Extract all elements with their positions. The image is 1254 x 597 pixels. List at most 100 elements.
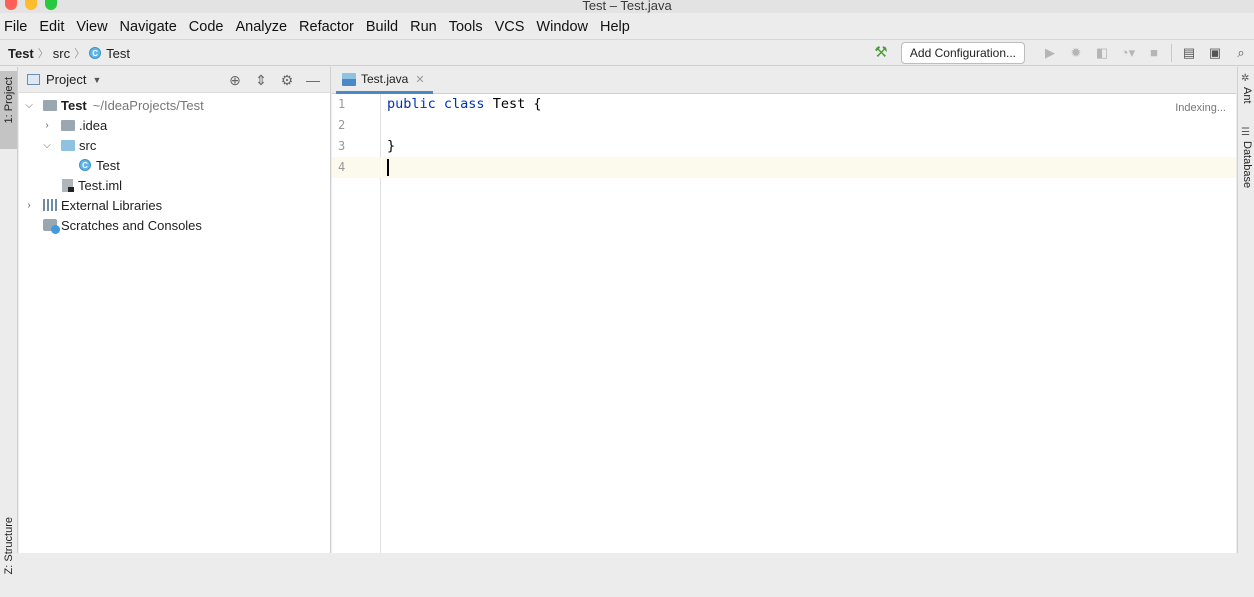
keyword-public: public bbox=[387, 96, 436, 112]
project-tool-tab-label: 1: Project bbox=[3, 77, 15, 124]
menu-edit[interactable]: Edit bbox=[39, 19, 70, 35]
window-title: Test – Test.java bbox=[582, 0, 672, 13]
project-tool-tab[interactable]: 1: Project bbox=[0, 71, 17, 149]
tree-item-scratches[interactable]: Scratches and Consoles bbox=[19, 215, 331, 235]
line-number: 4 bbox=[338, 160, 346, 174]
project-panel: Project ▼ ⊕ ⇕ ⚙ — ⌵ Test ~/IdeaProjects/… bbox=[19, 67, 331, 553]
module-folder-icon bbox=[43, 99, 57, 111]
locate-icon[interactable]: ⊕ bbox=[222, 70, 248, 90]
line-number: 2 bbox=[338, 118, 346, 132]
menu-file[interactable]: File bbox=[4, 19, 33, 35]
tree-test-class-content: C Test bbox=[79, 158, 120, 173]
breadcrumb: Test 〉 src 〉 C Test bbox=[8, 45, 130, 61]
tree-item-idea[interactable]: › .idea bbox=[19, 115, 331, 135]
menu-build[interactable]: Build bbox=[366, 19, 404, 35]
tree-root-name: Test bbox=[61, 97, 87, 113]
toolbar-divider bbox=[1171, 44, 1172, 62]
menu-code[interactable]: Code bbox=[189, 19, 230, 35]
tree-src-label: src bbox=[79, 137, 97, 153]
project-structure-icon[interactable]: ▤ bbox=[1176, 42, 1202, 64]
libraries-icon bbox=[43, 199, 57, 211]
gear-icon[interactable]: ⚙ bbox=[274, 70, 300, 90]
left-tool-strip: 1: Project Z: Structure bbox=[0, 67, 18, 574]
structure-tool-tab[interactable]: Z: Structure bbox=[0, 517, 17, 597]
folder-icon bbox=[61, 119, 75, 131]
indexing-status: Indexing... bbox=[1175, 102, 1226, 114]
tree-libs-content: External Libraries bbox=[43, 198, 162, 213]
code-line-1-rest: Test { bbox=[484, 96, 542, 112]
menu-tools[interactable]: Tools bbox=[449, 19, 489, 35]
close-icon[interactable]: ✕ bbox=[415, 73, 424, 86]
tab-label: Test.java bbox=[361, 72, 409, 86]
run-icon[interactable]: ▶ bbox=[1037, 42, 1063, 64]
menu-navigate[interactable]: Navigate bbox=[120, 19, 183, 35]
code-line-3: } bbox=[387, 138, 396, 154]
breadcrumb-file[interactable]: Test bbox=[106, 46, 130, 61]
keyword-class: class bbox=[443, 96, 485, 112]
ant-tool-tab[interactable]: ✲ Ant bbox=[1238, 71, 1254, 111]
search-icon[interactable]: ⌕ bbox=[1228, 42, 1254, 64]
coverage-icon[interactable]: ◧ bbox=[1089, 42, 1115, 64]
project-tree: ⌵ Test ~/IdeaProjects/Test › .idea ⌵ src… bbox=[19, 95, 331, 235]
chevron-right-icon[interactable]: › bbox=[23, 200, 35, 211]
menu-run[interactable]: Run bbox=[410, 19, 443, 35]
line-number: 3 bbox=[338, 139, 346, 153]
minimize-icon[interactable]: — bbox=[300, 70, 326, 90]
line-number-gutter: 1 2 3 4 bbox=[332, 94, 381, 553]
project-view-icon bbox=[27, 74, 40, 85]
chevron-down-icon[interactable]: ⌵ bbox=[41, 140, 53, 151]
tree-idea-content: .idea bbox=[61, 118, 107, 133]
add-configuration-button[interactable]: Add Configuration... bbox=[900, 42, 1025, 64]
tree-item-root[interactable]: ⌵ Test ~/IdeaProjects/Test bbox=[19, 95, 331, 115]
menu-window[interactable]: Window bbox=[536, 19, 594, 35]
project-panel-header: Project ▼ ⊕ ⇕ ⚙ — bbox=[19, 67, 330, 93]
text-cursor bbox=[387, 159, 389, 176]
tree-item-iml[interactable]: Test.iml bbox=[19, 175, 331, 195]
profile-icon[interactable]: ◔▾ bbox=[1115, 42, 1141, 64]
code-editor[interactable]: public class Test { } Indexing... bbox=[382, 94, 1236, 553]
tree-libs-label: External Libraries bbox=[61, 197, 163, 213]
terminal-icon[interactable]: ▣ bbox=[1202, 42, 1228, 64]
code-line-1: public class Test { bbox=[387, 96, 541, 112]
breadcrumb-project[interactable]: Test bbox=[8, 46, 34, 61]
breadcrumb-folder[interactable]: src bbox=[53, 46, 70, 61]
line-number: 1 bbox=[338, 97, 346, 111]
project-panel-title: Project bbox=[46, 72, 87, 87]
class-icon: C bbox=[79, 159, 91, 171]
ant-icon: ✲ bbox=[1241, 73, 1250, 84]
hammer-icon[interactable]: ⚒ bbox=[871, 43, 891, 63]
debug-icon[interactable]: ✹ bbox=[1063, 42, 1089, 64]
title-bar: Test – Test.java bbox=[0, 0, 1254, 13]
menu-analyze[interactable]: Analyze bbox=[235, 19, 293, 35]
tree-item-test-class[interactable]: C Test bbox=[19, 155, 331, 175]
navigation-bar: Test 〉 src 〉 C Test ⚒ Add Configuration.… bbox=[0, 39, 1254, 66]
menu-refactor[interactable]: Refactor bbox=[299, 19, 360, 35]
menu-vcs[interactable]: VCS bbox=[495, 19, 531, 35]
menu-view[interactable]: View bbox=[76, 19, 113, 35]
chevron-down-icon[interactable]: ⌵ bbox=[23, 100, 35, 111]
tree-item-src[interactable]: ⌵ src bbox=[19, 135, 331, 155]
tree-iml-content: Test.iml bbox=[62, 178, 122, 193]
stop-icon[interactable]: ■ bbox=[1141, 42, 1167, 64]
editor: Test.java ✕ 1 2 3 4 public class Test { … bbox=[332, 67, 1236, 553]
structure-tool-tab-label: Z: Structure bbox=[3, 517, 15, 575]
menu-bar: File Edit View Navigate Code Analyze Ref… bbox=[0, 15, 1254, 39]
tree-root-path: ~/IdeaProjects/Test bbox=[92, 97, 204, 113]
java-file-icon bbox=[342, 72, 356, 86]
chevron-down-icon: ▼ bbox=[92, 74, 102, 85]
tree-idea-label: .idea bbox=[79, 117, 108, 133]
database-tool-tab[interactable]: ☰ Database bbox=[1238, 125, 1254, 199]
source-folder-icon bbox=[61, 139, 75, 151]
right-tool-strip: ✲ Ant ☰ Database bbox=[1237, 67, 1254, 553]
tree-item-external-libraries[interactable]: › External Libraries bbox=[19, 195, 331, 215]
menu-help[interactable]: Help bbox=[600, 19, 636, 35]
collapse-icon[interactable]: ⇕ bbox=[248, 70, 274, 90]
database-tool-tab-label: Database bbox=[1241, 141, 1253, 189]
chevron-right-icon[interactable]: › bbox=[41, 120, 53, 131]
tree-test-class-label: Test bbox=[96, 157, 120, 173]
tab-test-java[interactable]: Test.java ✕ bbox=[336, 67, 433, 94]
current-line-highlight bbox=[382, 157, 1236, 178]
project-view-selector[interactable]: Project ▼ bbox=[27, 72, 101, 87]
tree-iml-label: Test.iml bbox=[78, 177, 123, 193]
main-toolbar: ⚒ Add Configuration... ▶ ✹ ◧ ◔▾ ■ ▤ ▣ ⌕ bbox=[871, 40, 1254, 66]
